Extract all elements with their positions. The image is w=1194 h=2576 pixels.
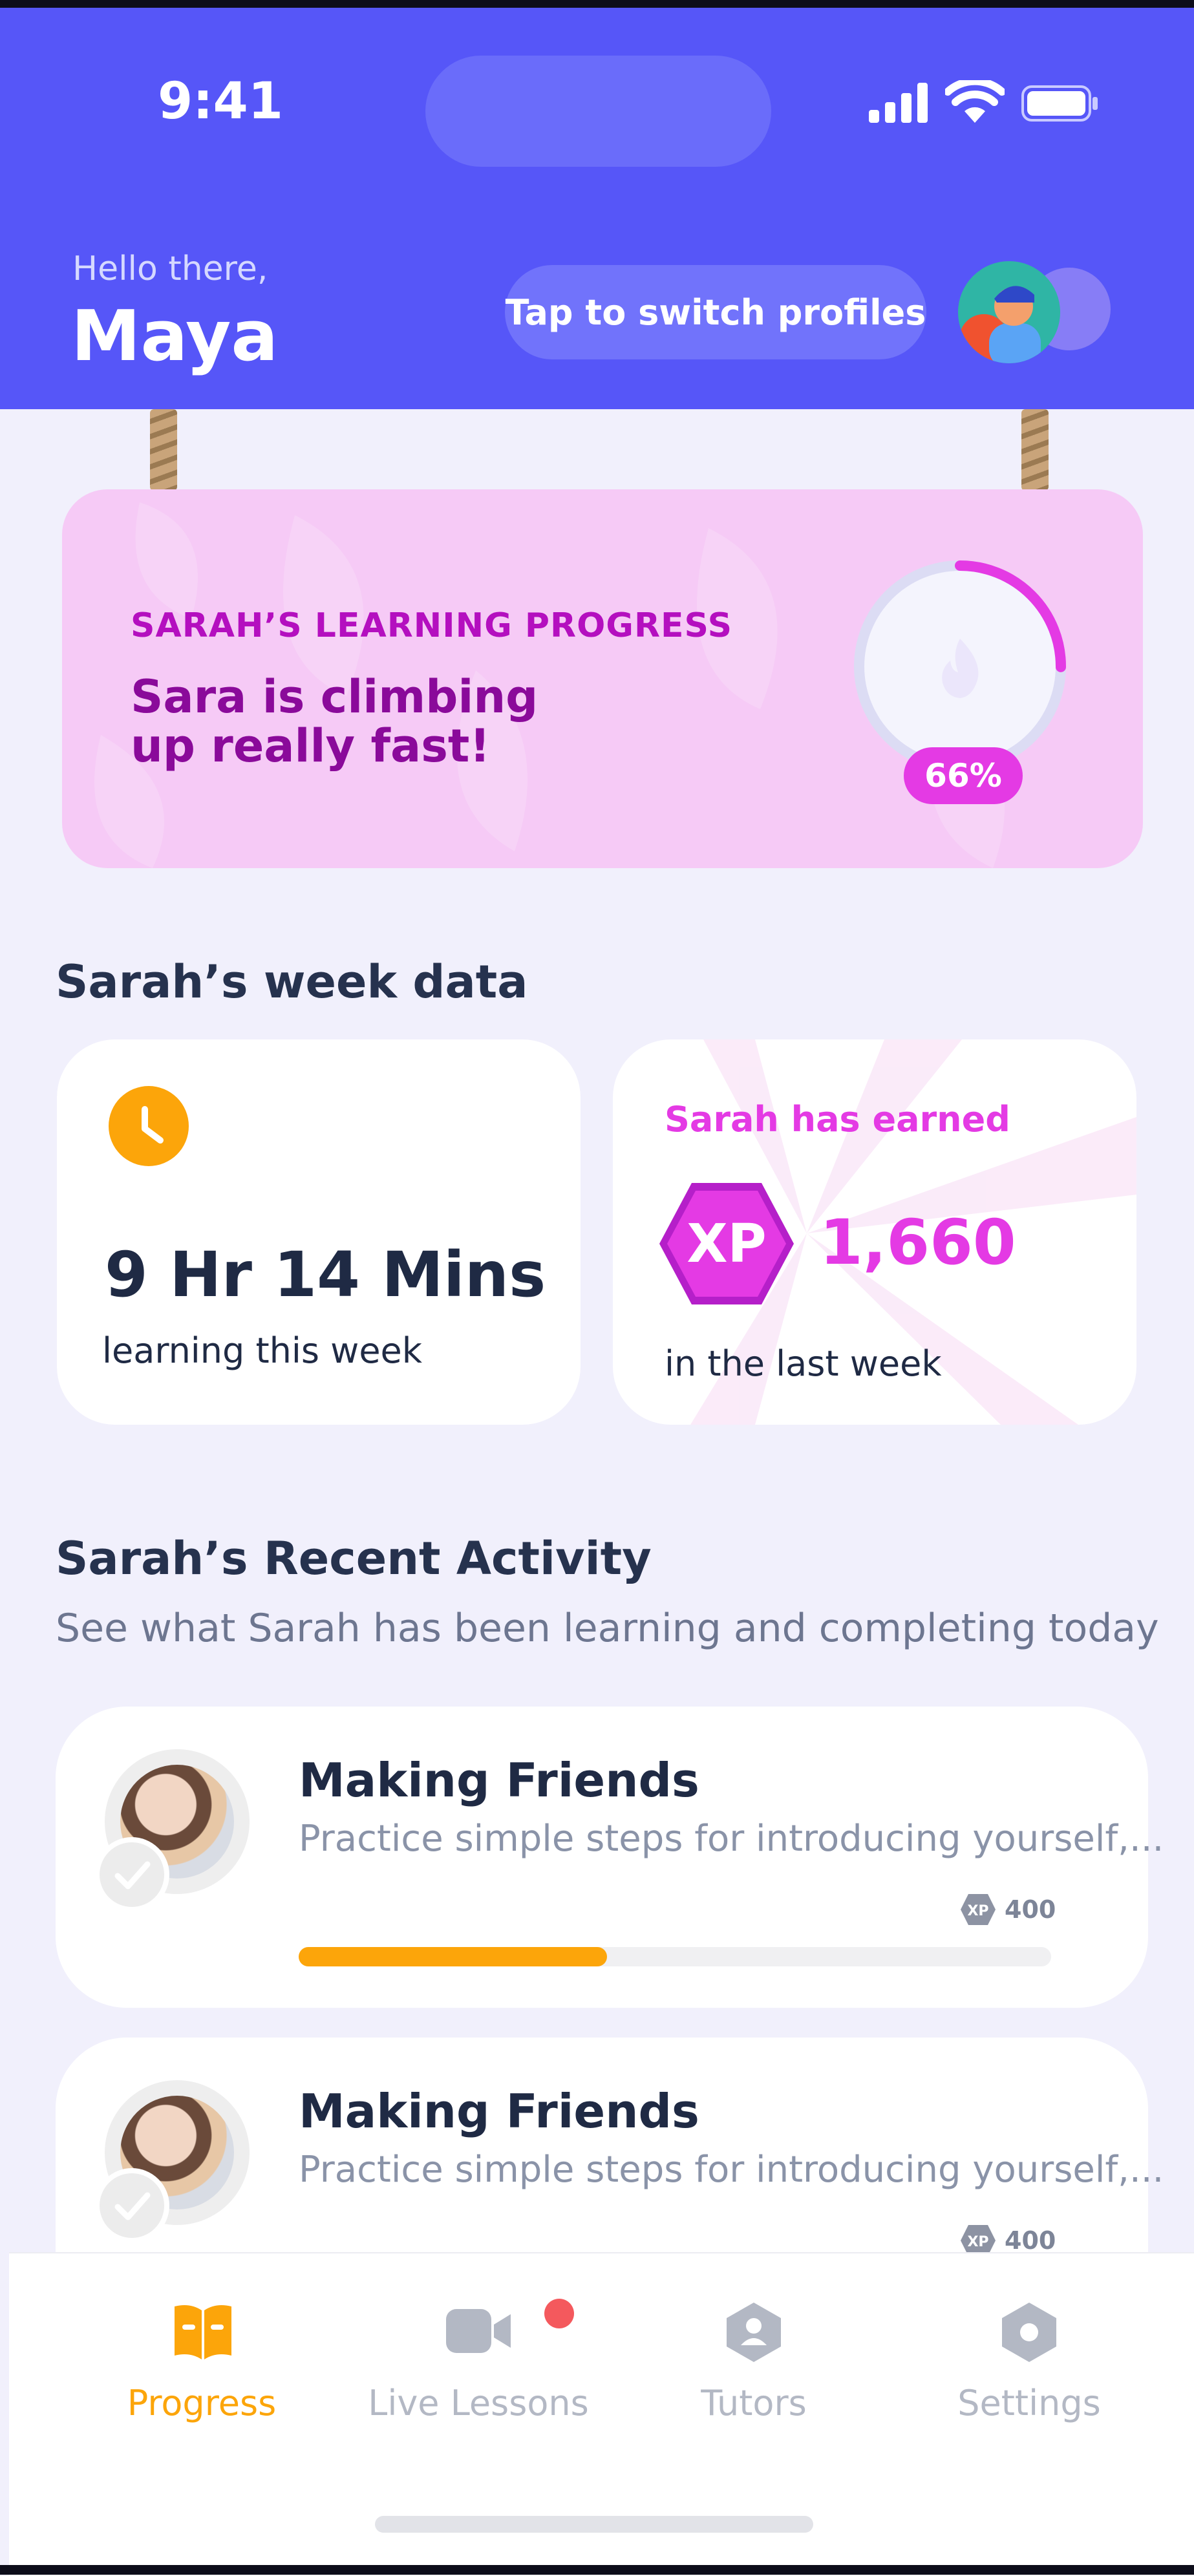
book-icon bbox=[175, 2305, 231, 2359]
progress-title: Sara is climbing up really fast! bbox=[131, 670, 538, 772]
activity-progress-fill bbox=[299, 1947, 608, 1966]
activity-description: Practice simple steps for introducing yo… bbox=[299, 1818, 1164, 1860]
progress-percent-badge: 66% bbox=[904, 747, 1023, 804]
activity-title: Making Friends bbox=[299, 2084, 699, 2138]
hanging-rope bbox=[150, 409, 177, 491]
nav-label-tutors: Tutors bbox=[701, 2383, 807, 2423]
gear-icon bbox=[1002, 2303, 1056, 2362]
week-data-title: Sarah’s week data bbox=[56, 955, 528, 1008]
user-name: Maya bbox=[71, 296, 279, 377]
learning-time-value: 9 Hr 14 Mins bbox=[105, 1239, 546, 1311]
wifi-icon bbox=[945, 80, 1005, 123]
check-icon bbox=[94, 2168, 169, 2243]
recent-activity-title: Sarah’s Recent Activity bbox=[56, 1532, 652, 1585]
nav-label-progress: Progress bbox=[127, 2383, 277, 2423]
activity-description: Practice simple steps for introducing yo… bbox=[299, 2149, 1164, 2191]
activity-xp-value: 400 bbox=[1005, 1895, 1056, 1924]
switch-profiles-button[interactable]: Tap to switch profiles bbox=[505, 265, 926, 359]
activity-progress-track bbox=[299, 1947, 1051, 1966]
nav-item-tutors[interactable]: Tutors bbox=[624, 2301, 883, 2431]
xp-badge-text: XP bbox=[687, 1213, 766, 1275]
home-indicator[interactable] bbox=[375, 2516, 813, 2533]
battery-icon bbox=[1021, 85, 1098, 122]
avatar-illustration-icon bbox=[958, 261, 1060, 363]
device-frame-edge bbox=[0, 0, 1194, 8]
status-time: 9:41 bbox=[158, 72, 284, 131]
activity-xp-value: 400 bbox=[1005, 2226, 1056, 2255]
device-frame-edge bbox=[0, 2565, 1194, 2575]
nav-label-settings: Settings bbox=[957, 2383, 1101, 2423]
activity-title: Making Friends bbox=[299, 1753, 699, 1807]
video-camera-icon bbox=[446, 2309, 511, 2353]
xp-earned-value: 1,660 bbox=[820, 1206, 1016, 1279]
xp-earned-caption: in the last week bbox=[665, 1343, 942, 1384]
clock-icon bbox=[109, 1086, 189, 1166]
progress-eyebrow: SARAH’S LEARNING PROGRESS bbox=[131, 606, 733, 645]
svg-text:XP: XP bbox=[967, 1903, 988, 1919]
xp-earned-label: Sarah has earned bbox=[665, 1099, 1010, 1140]
nav-item-settings[interactable]: Settings bbox=[900, 2301, 1158, 2431]
recent-activity-subtitle: See what Sarah has been learning and com… bbox=[56, 1606, 1159, 1651]
dynamic-island bbox=[425, 56, 771, 167]
nav-item-progress[interactable]: Progress bbox=[72, 2301, 331, 2431]
xp-hexagon-icon: XP bbox=[659, 1183, 794, 1304]
cellular-signal-icon bbox=[869, 83, 928, 123]
greeting-text: Hello there, bbox=[72, 250, 268, 288]
user-badge-icon bbox=[727, 2303, 781, 2362]
avatar[interactable] bbox=[958, 261, 1060, 363]
check-icon bbox=[94, 1837, 169, 1912]
learning-time-caption: learning this week bbox=[102, 1330, 423, 1371]
svg-text:XP: XP bbox=[967, 2234, 988, 2250]
xp-small-icon: XP bbox=[961, 1894, 996, 1925]
notification-dot bbox=[544, 2299, 574, 2328]
nav-label-live-lessons: Live Lessons bbox=[368, 2383, 589, 2423]
hanging-rope bbox=[1021, 409, 1049, 491]
